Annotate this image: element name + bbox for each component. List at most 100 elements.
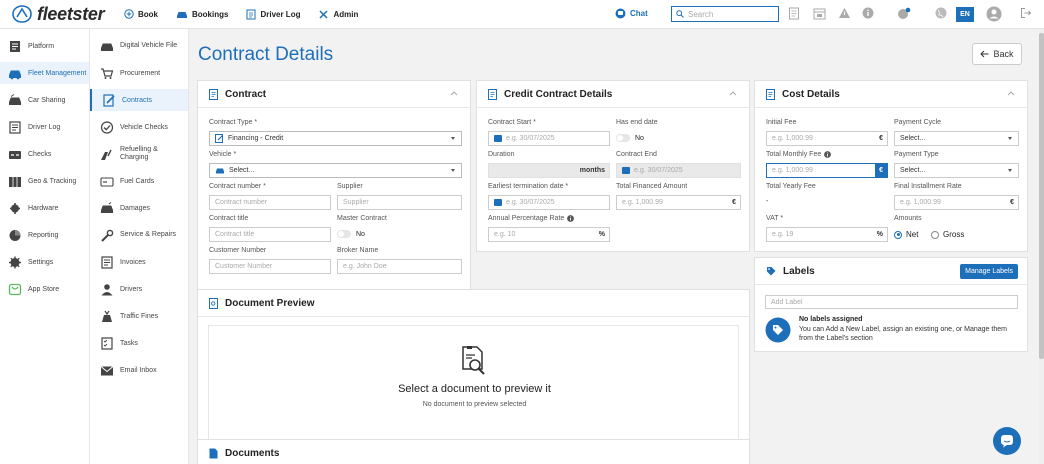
nav-item-label: Settings <box>28 258 54 266</box>
payment-type-select[interactable]: Select... <box>894 163 1019 178</box>
admin-button[interactable]: Admin <box>318 9 358 20</box>
secondary-nav-damages[interactable]: Damages <box>90 197 188 219</box>
primary-nav-platform[interactable]: Platform <box>0 35 89 57</box>
settings-icon <box>8 256 22 269</box>
notification-icon[interactable] <box>897 7 911 21</box>
contract-number-input[interactable]: Contract number <box>209 195 331 210</box>
document-preview-title: Document Preview <box>225 297 315 309</box>
avatar[interactable] <box>986 6 1002 22</box>
primary-nav-hardware[interactable]: Hardware <box>0 197 89 219</box>
contract-type-value: Financing - Credit <box>228 135 284 142</box>
secondary-nav-invoices[interactable]: Invoices <box>90 251 188 273</box>
refuel-icon <box>100 148 114 161</box>
info-icon[interactable] <box>824 151 832 158</box>
nav-item-label: Drivers <box>120 285 143 293</box>
primary-nav-settings[interactable]: Settings <box>0 251 89 273</box>
vehicle-select[interactable]: Select... <box>209 163 462 178</box>
calendar-icon[interactable] <box>813 7 827 21</box>
supplier-input[interactable]: Supplier <box>337 195 462 210</box>
has-end-date-toggle[interactable]: No <box>616 134 644 142</box>
contract-title-input[interactable]: Contract title <box>209 227 331 242</box>
vat-input[interactable]: e.g. 19% <box>766 227 888 242</box>
secondary-nav-contracts[interactable]: Contracts <box>90 89 188 111</box>
chat-label: Chat <box>630 9 648 18</box>
secondary-nav-tasks[interactable]: Tasks <box>90 332 188 354</box>
book-label: Book <box>138 9 158 19</box>
radio-unchecked[interactable] <box>931 230 939 239</box>
primary-nav-checks[interactable]: Checks <box>0 143 89 165</box>
radio-checked[interactable] <box>894 230 902 239</box>
document-icon[interactable] <box>788 7 802 21</box>
fleetster-logo[interactable]: fleetster <box>11 4 124 25</box>
broker-name-placeholder: e.g. John Doe <box>343 263 387 270</box>
amounts-gross-radio[interactable]: Gross <box>931 230 964 239</box>
primary-nav-geo-tracking[interactable]: Geo & Tracking <box>0 170 89 192</box>
secondary-nav-procurement[interactable]: Procurement <box>90 62 188 84</box>
manage-labels-label: Manage Labels <box>965 268 1013 275</box>
initial-fee-input[interactable]: e.g. 1,000.99 € <box>766 131 888 146</box>
final-installment-label: Final Installment Rate <box>894 183 962 190</box>
total-monthly-fee-input[interactable]: e.g. 1,000.99 € <box>766 163 888 178</box>
contract-title-placeholder: Contract title <box>215 231 255 238</box>
toggle-switch[interactable] <box>616 134 630 142</box>
secondary-nav-fuel-cards[interactable]: Fuel Cards <box>90 170 188 192</box>
customer-number-input[interactable]: Customer Number <box>209 259 331 274</box>
info-icon[interactable] <box>862 7 876 21</box>
payment-cycle-select[interactable]: Select... <box>894 131 1019 146</box>
back-button[interactable]: Back <box>972 43 1022 65</box>
add-label-input[interactable]: Add Label <box>765 295 1018 309</box>
final-installment-input[interactable]: e.g. 1,000.99 € <box>894 195 1019 210</box>
secondary-nav-service-repairs[interactable]: Service & Repairs <box>90 224 188 246</box>
manage-labels-button[interactable]: Manage Labels <box>960 264 1018 279</box>
primary-nav-app-store[interactable]: App Store <box>0 278 89 300</box>
total-financed-label: Total Financed Amount <box>616 183 688 190</box>
driver-log-button[interactable]: Driver Log <box>246 9 300 20</box>
primary-nav-car-sharing[interactable]: Car Sharing <box>0 89 89 111</box>
broker-name-input[interactable]: e.g. John Doe <box>337 259 462 274</box>
duration-label: Duration <box>488 151 515 158</box>
contract-type-label: Contract Type * <box>209 119 258 126</box>
admin-label: Admin <box>333 9 359 19</box>
primary-nav-reporting[interactable]: Reporting <box>0 224 89 246</box>
apr-placeholder: e.g. 10 <box>494 231 516 238</box>
bookings-label: Bookings <box>192 9 229 19</box>
percent-suffix: % <box>876 231 883 238</box>
contract-type-select[interactable]: Financing - Credit <box>209 131 462 146</box>
earliest-termination-input[interactable]: e.g. 30/07/2025 <box>488 195 610 210</box>
scrollbar-thumb[interactable] <box>1039 33 1044 359</box>
warning-icon[interactable] <box>838 7 852 21</box>
info-icon[interactable] <box>567 215 575 222</box>
search-input[interactable]: Search <box>671 6 779 22</box>
payment-type-value: Select... <box>900 167 926 174</box>
secondary-nav-refuelling-charging[interactable]: Refuelling & Charging <box>90 143 188 165</box>
secondary-nav-digital-vehicle-file[interactable]: Digital Vehicle File <box>90 35 188 57</box>
contract-start-input[interactable]: e.g. 30/07/2025 <box>488 131 610 146</box>
total-financed-placeholder: e.g. 1,000.99 <box>622 199 663 206</box>
primary-nav-driver-log[interactable]: Driver Log <box>0 116 89 138</box>
language-switch[interactable]: EN <box>956 7 974 22</box>
secondary-nav-drivers[interactable]: Drivers <box>90 278 188 300</box>
chevron-up-icon[interactable] <box>450 91 458 96</box>
cart-icon <box>100 67 114 80</box>
secondary-nav-traffic-fines[interactable]: Traffic Fines <box>90 305 188 327</box>
apr-input[interactable]: e.g. 10% <box>488 227 610 242</box>
chevron-up-icon[interactable] <box>729 91 737 96</box>
bookings-button[interactable]: Bookings <box>176 10 228 19</box>
drivers-icon <box>100 283 114 296</box>
master-contract-toggle[interactable]: No <box>337 230 365 238</box>
globe-icon[interactable] <box>935 7 949 21</box>
chevron-up-icon[interactable] <box>1007 91 1015 96</box>
secondary-nav-vehicle-checks[interactable]: Vehicle Checks <box>90 116 188 138</box>
toggle-switch[interactable] <box>337 230 351 238</box>
book-button[interactable]: Book <box>124 9 158 19</box>
total-financed-input[interactable]: e.g. 1,000.99 € <box>616 195 741 210</box>
secondary-nav-email-inbox[interactable]: Email Inbox <box>90 359 188 381</box>
chat-widget-button[interactable] <box>993 427 1021 455</box>
chat-button[interactable]: Chat <box>615 8 648 19</box>
final-installment-placeholder: e.g. 1,000.99 <box>900 199 941 206</box>
primary-nav-fleet-management[interactable]: Fleet Management <box>0 62 89 84</box>
contract-start-placeholder: e.g. 30/07/2025 <box>506 135 555 142</box>
page-scrollbar[interactable] <box>1039 29 1044 464</box>
amounts-net-radio[interactable]: Net <box>894 230 918 239</box>
logout-icon[interactable] <box>1020 7 1034 21</box>
